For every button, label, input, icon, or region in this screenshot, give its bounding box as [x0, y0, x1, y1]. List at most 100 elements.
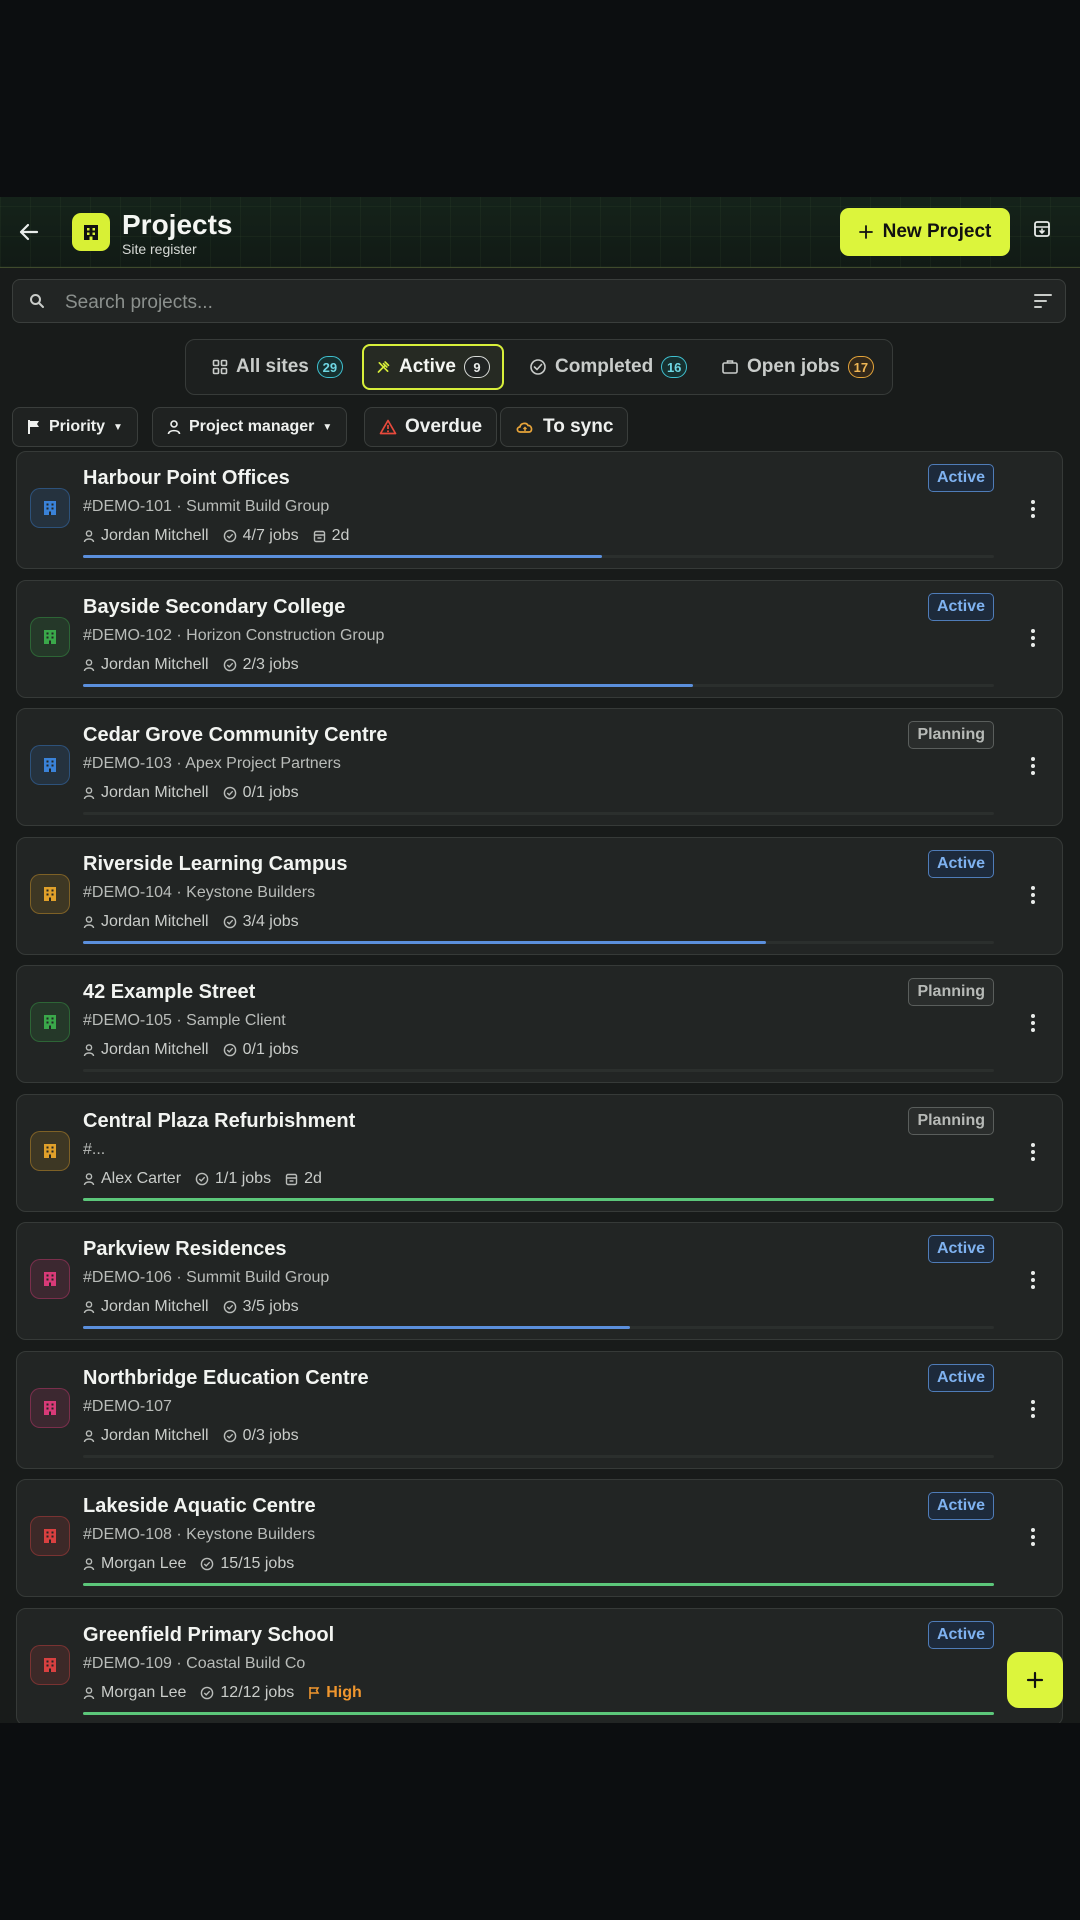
project-card[interactable]: 42 Example Street #DEMO-105 · Sample Clie…	[16, 965, 1063, 1083]
tab-open-jobs[interactable]: Open jobs 17	[709, 344, 886, 390]
tab-all-sites[interactable]: All sites 29	[200, 344, 355, 390]
more-options-icon[interactable]	[1030, 755, 1036, 777]
project-meta: Morgan Lee 15/15 jobs	[83, 1555, 294, 1573]
building-icon	[30, 1516, 70, 1556]
manager-name: Jordan Mitchell	[101, 912, 209, 930]
building-icon	[30, 1387, 70, 1428]
more-options-icon[interactable]	[1030, 1398, 1036, 1420]
progress-track	[83, 683, 994, 687]
tab-active[interactable]: Active 9	[362, 344, 504, 390]
chevron-down-icon: ▼	[113, 421, 123, 433]
more-options-icon[interactable]	[1030, 627, 1036, 649]
progress-fill	[83, 683, 694, 687]
jobs-label: 1/1 jobs	[215, 1169, 272, 1187]
project-name: Bayside Secondary College	[83, 595, 346, 618]
project-reference: #DEMO-109 · Coastal Build Co	[83, 1654, 306, 1672]
project-card[interactable]: Bayside Secondary College #DEMO-102 · Hor…	[16, 579, 1063, 698]
cloud-sync-icon	[516, 422, 533, 433]
manager-name: Jordan Mitchell	[101, 1298, 209, 1315]
progress-track	[83, 1454, 994, 1458]
project-name: Greenfield Primary School	[83, 1623, 335, 1646]
filter-label: Project manager	[189, 418, 315, 435]
jobs-label: 2/3 jobs	[242, 655, 299, 673]
project-card[interactable]: Lakeside Aquatic Centre #DEMO-108 · Keyst…	[16, 1479, 1063, 1597]
jobs-label: 0/1 jobs	[242, 784, 299, 801]
archive-button[interactable]	[1032, 219, 1056, 243]
overdue-filter[interactable]: Overdue	[364, 407, 498, 447]
person-icon	[83, 1558, 95, 1571]
building-icon	[30, 488, 70, 528]
project-reference: #DEMO-102 · Horizon Construction Group	[83, 626, 385, 644]
status-tabs: All sites 29 Active 9 Completed 16 Open …	[185, 339, 893, 395]
person-icon	[83, 1044, 95, 1057]
project-manager-filter[interactable]: Project manager ▼	[152, 407, 348, 447]
manager-name: Jordan Mitchell	[101, 1426, 209, 1444]
more-options-icon[interactable]	[1030, 1012, 1036, 1034]
status-badge: Active	[927, 1363, 994, 1392]
manager-name: Morgan Lee	[101, 1683, 187, 1701]
tab-label: All sites	[236, 356, 309, 377]
add-fab-button[interactable]	[1007, 1652, 1063, 1708]
building-logo-icon	[72, 213, 110, 251]
job-count: 4/7 jobs	[223, 527, 299, 545]
project-card[interactable]: Riverside Learning Campus #DEMO-104 · Key…	[16, 836, 1063, 955]
due-label: 2d	[331, 527, 350, 544]
person-icon	[83, 915, 95, 928]
project-name: Parkview Residences	[83, 1238, 287, 1260]
project-meta: Alex Carter 1/1 jobs 2d	[83, 1170, 322, 1188]
project-reference: #DEMO-104 · Keystone Builders	[83, 883, 316, 901]
project-manager: Morgan Lee	[83, 1555, 186, 1573]
arrow-left-icon	[19, 223, 39, 241]
jobs-label: 3/5 jobs	[242, 1298, 299, 1315]
project-card[interactable]: Cedar Grove Community Centre #DEMO-103 · …	[16, 708, 1063, 826]
more-options-icon[interactable]	[1030, 498, 1036, 520]
briefcase-icon	[722, 360, 738, 374]
to-sync-filter[interactable]: To sync	[500, 407, 629, 447]
job-count: 3/5 jobs	[223, 1298, 299, 1316]
more-options-icon[interactable]	[1030, 1141, 1036, 1163]
status-badge: Active	[927, 849, 994, 878]
page-title: Projects	[122, 209, 233, 240]
project-meta: Jordan Mitchell 4/7 jobs 2d	[83, 527, 349, 545]
building-icon	[30, 1002, 70, 1042]
progress-fill	[83, 1197, 994, 1201]
due-indicator: 2d	[285, 1170, 322, 1188]
project-card[interactable]: Northbridge Education Centre #DEMO-107 Jor…	[16, 1350, 1063, 1469]
status-badge: Planning	[908, 1106, 994, 1135]
status-badge: Active	[927, 1492, 994, 1520]
tab-count-badge: 29	[316, 356, 343, 378]
archive-icon	[1034, 221, 1050, 237]
jobs-label: 15/15 jobs	[220, 1555, 295, 1572]
new-project-button[interactable]: New Project	[840, 208, 1010, 256]
jobs-label: 3/4 jobs	[242, 912, 299, 930]
warning-icon	[379, 419, 397, 435]
priority-filter[interactable]: Priority ▼	[12, 407, 138, 447]
tab-completed[interactable]: Completed 16	[517, 344, 699, 390]
project-card[interactable]: Parkview Residences #DEMO-106 · Summit Bu…	[16, 1222, 1063, 1340]
manager-name: Jordan Mitchell	[101, 527, 209, 544]
search-bar	[12, 279, 1066, 323]
progress-track	[83, 1711, 994, 1715]
more-options-icon[interactable]	[1030, 1269, 1036, 1291]
more-options-icon[interactable]	[1030, 1526, 1036, 1548]
project-manager: Jordan Mitchell	[83, 1041, 209, 1059]
job-count: 1/1 jobs	[195, 1170, 271, 1188]
more-options-icon[interactable]	[1030, 884, 1036, 906]
search-input[interactable]	[63, 288, 967, 318]
manager-name: Jordan Mitchell	[101, 655, 209, 673]
person-icon	[83, 1429, 95, 1442]
sort-filter-icon[interactable]	[1033, 292, 1053, 310]
new-project-label: New Project	[882, 221, 992, 242]
flag-icon	[309, 1686, 320, 1699]
project-card[interactable]: Greenfield Primary School #DEMO-109 · Coa…	[16, 1607, 1063, 1723]
tools-icon	[377, 361, 390, 373]
project-reference: #DEMO-103 · Apex Project Partners	[83, 755, 341, 772]
progress-fill	[83, 1711, 994, 1715]
progress-track	[83, 1069, 994, 1072]
plus-icon	[1026, 1671, 1044, 1689]
back-button[interactable]	[14, 217, 44, 247]
project-card[interactable]: Harbour Point Offices #DEMO-101 · Summit …	[16, 451, 1063, 569]
project-card[interactable]: Central Plaza Refurbishment #... Alex Cart…	[16, 1093, 1063, 1212]
project-reference: #...	[83, 1140, 106, 1158]
priority-label: High	[326, 1683, 362, 1701]
